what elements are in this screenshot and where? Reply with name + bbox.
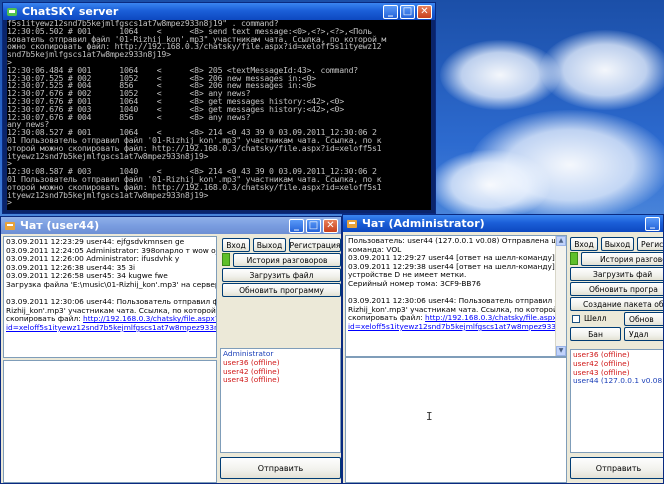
close-button[interactable]: ✕ (417, 4, 432, 19)
message-scrollbar[interactable]: ▲ ▼ (555, 236, 566, 356)
scroll-down-arrow[interactable]: ▼ (556, 346, 566, 356)
chat-user-title: Чат (user44) (20, 219, 100, 232)
delete-button[interactable]: Удал (624, 327, 663, 341)
minimize-button[interactable]: _ (383, 4, 398, 19)
logout-button[interactable]: Выход (253, 238, 286, 252)
user-list-items: user36 (offline) user42 (offline) user43 (… (573, 350, 663, 386)
chat-window-icon (5, 221, 15, 230)
console-titlebar[interactable]: ChatSKY server _ □ ✕ (3, 3, 435, 20)
shell-checkbox[interactable] (572, 315, 580, 323)
message-list: 03.09.2011 12:23:29 user44: ejfgsdvkmnse… (6, 237, 217, 333)
chat-window-icon (347, 219, 357, 228)
create-update-package-button[interactable]: Создание пакета обновл (570, 297, 663, 311)
console-line: snd7b5kejmlfgscs1at7w8mpez933n8j19> (7, 49, 171, 60)
chat-admin-title: Чат (Administrator) (362, 217, 485, 230)
logout-button[interactable]: Выход (601, 237, 634, 251)
upload-file-button[interactable]: Загрузить фай (570, 267, 663, 281)
scroll-up-arrow[interactable]: ▲ (556, 236, 566, 246)
refresh-button[interactable]: Обнов (624, 312, 663, 326)
maximize-button[interactable]: □ (306, 218, 321, 233)
upload-file-button[interactable]: Загрузить файл (222, 268, 341, 282)
maximize-button[interactable]: □ (400, 4, 415, 19)
message-history[interactable]: Пользователь: user44 (127.0.0.1 v0.08) О… (345, 235, 567, 357)
console-line: 12:30:07.676 # 004 856 < <8> any news? (7, 111, 251, 122)
update-program-button[interactable]: Обновить программу (222, 283, 341, 297)
chat-user-titlebar[interactable]: Чат (user44) _ □ ✕ (1, 217, 341, 234)
register-button[interactable]: Регис (637, 237, 663, 251)
file-link[interactable]: http://192.168.0.3/chatsky/file.aspx? (83, 314, 216, 324)
sky-cloud (430, 150, 550, 220)
chat-window-user44[interactable]: Чат (user44) _ □ ✕ 03.09.2011 12:23:29 u… (0, 216, 342, 484)
file-link[interactable]: id=xeloff5s1ityewz12snd7b5kejmlfgscs1at7… (6, 323, 216, 333)
console-title: ChatSKY server (22, 5, 119, 18)
minimize-button[interactable]: _ (645, 216, 660, 231)
user-list-item[interactable]: user44 (127.0.0.1 v0.08) (573, 377, 663, 386)
user-list[interactable]: Administrator user36 (offline) user42 (off… (220, 348, 341, 453)
ban-button[interactable]: Бан (570, 327, 621, 341)
console-output[interactable]: f5s1ityewz12snd7b5kejmlfgscs1at7w8mpez93… (7, 20, 431, 210)
message-history[interactable]: 03.09.2011 12:23:29 user44: ejfgsdvkmnse… (3, 236, 217, 358)
send-button[interactable]: Отправить (570, 457, 663, 479)
file-link[interactable]: id=xeloff5s1ityewz12snd7b5kejmlfgscs1at7… (348, 322, 566, 332)
console-line: ityewz12snd7b5kejmlfgscs1at7w8mpez933n8j… (7, 189, 209, 200)
console-line: ityewz12snd7b5kejmlfgscs1at7w8mpez933n8j… (7, 150, 209, 161)
message-input[interactable]: I (345, 357, 567, 483)
chat-app-icon (7, 7, 17, 16)
console-log-text: f5s1ityewz12snd7b5kejmlfgscs1at7w8mpez93… (7, 20, 431, 207)
close-button[interactable]: ✕ (323, 218, 338, 233)
connection-status-indicator (222, 253, 230, 266)
message-input[interactable] (3, 360, 217, 483)
send-button[interactable]: Отправить (220, 457, 341, 479)
shell-checkbox-label: Шелл (584, 314, 607, 323)
console-line: > (7, 197, 12, 208)
history-button[interactable]: История разговоров (233, 253, 341, 267)
register-button[interactable]: Регистрация (289, 238, 341, 252)
file-link[interactable]: http://192.168.0.3/chatsky/file.aspx? (425, 313, 561, 323)
login-button[interactable]: Вход (570, 237, 598, 251)
message-line: Загрузка файла 'E:\music\01-Rizhij_kon'.… (6, 279, 217, 289)
server-console-window[interactable]: ChatSKY server _ □ ✕ f5s1ityewz12snd7b5k… (2, 2, 436, 214)
chat-admin-titlebar[interactable]: Чат (Administrator) _ (343, 215, 663, 232)
update-program-button[interactable]: Обновить програ (570, 282, 663, 296)
user-list[interactable]: user36 (offline) user42 (offline) user43 (… (570, 349, 663, 453)
minimize-button[interactable]: _ (289, 218, 304, 233)
connection-status-indicator (570, 252, 578, 265)
text-cursor-icon: I (426, 410, 433, 423)
message-list: Пользователь: user44 (127.0.0.1 v0.08) О… (348, 236, 566, 332)
history-button[interactable]: История разгово (581, 252, 663, 266)
chat-window-administrator[interactable]: Чат (Administrator) _ Пользователь: user… (342, 214, 664, 484)
sky-cloud (540, 30, 664, 110)
user-list-items: Administrator user36 (offline) user42 (off… (223, 349, 338, 385)
user-list-item[interactable]: user43 (offline) (223, 376, 338, 385)
login-button[interactable]: Вход (222, 238, 250, 252)
message-line: Серийный номер тома: 3CF9-BB76 (348, 278, 481, 288)
